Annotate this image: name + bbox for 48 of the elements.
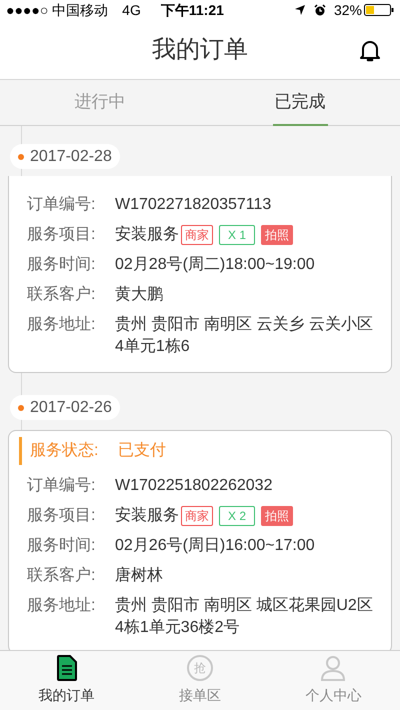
field-label: 服务地址: — [27, 596, 96, 616]
field-value: 唐树林 — [115, 566, 163, 586]
carrier-text: ●●●●○ 中国移动 — [6, 0, 108, 20]
page-title: 我的订单 — [152, 34, 248, 64]
field-value: 02月28号(周二)18:00~19:00 — [115, 255, 315, 275]
field-label: 订单编号: — [27, 476, 96, 496]
tab[interactable]: 已完成 — [272, 80, 328, 126]
date-label: 2017-02-28 — [30, 146, 112, 166]
tag: X 1 — [219, 225, 256, 245]
field-label: 服务地址: — [27, 314, 96, 335]
order-card[interactable]: 订单编号: W1702271820357113 服务项目: 安装服务 商家 X 1 拍照 服务时间: 02月28号(周二)18:00~19:00 联系客户: 黄大鹏 服务地址: 贵州 贵阳市 南明区 云关乡 云关小区4单元1栋6 — [8, 176, 392, 373]
field-value: 安装服务 — [115, 224, 179, 245]
field-label: 服务项目: — [27, 225, 96, 245]
location-icon — [294, 4, 306, 16]
field-value: W1702251802262032 — [115, 476, 272, 496]
network-text: 4G — [122, 0, 141, 20]
tag: 商家 — [181, 225, 213, 245]
timeline-dot-icon — [18, 154, 24, 160]
field-label: 联系客户: — [27, 284, 96, 305]
timeline-dot-icon — [18, 404, 24, 410]
field-label: 服务时间: — [27, 254, 96, 275]
field-value: 贵州 贵阳市 南明区 云关乡 云关小区4单元1栋6 — [115, 314, 373, 357]
person-icon — [320, 655, 346, 681]
alarm-icon — [314, 4, 326, 16]
tag: 商家 — [181, 506, 213, 526]
field-label: 服务项目: — [27, 506, 96, 526]
field-value: 黄大鹏 — [115, 284, 163, 305]
tag: X 2 — [219, 506, 256, 526]
document-icon — [56, 655, 77, 681]
order-card[interactable]: 服务状态: 已支付 订单编号: W1702251802262032 服务项目: 安装服务 商家 X 2 拍照 服务时间: 02月26号(周日)16:00~17:00 联系客户: 唐树林 服务地址: 贵州 贵阳市 南明区 城区花果园U2区4栋1单元36楼2号 — [8, 430, 392, 650]
battery-text: 32% — [334, 0, 362, 20]
field-label: 联系客户: — [27, 566, 96, 586]
field-value: 贵州 贵阳市 南明区 城区花果园U2区4栋1单元36楼2号 — [115, 596, 373, 638]
status-value: 已支付 — [118, 440, 166, 461]
bell-icon[interactable] — [360, 40, 380, 62]
grab-icon: 抢 — [186, 655, 213, 681]
field-value: 安装服务 — [115, 506, 179, 526]
field-label: 服务时间: — [27, 536, 96, 556]
battery-icon — [364, 4, 394, 16]
field-label: 订单编号: — [27, 194, 96, 215]
nav-tab[interactable]: 我的订单 — [0, 651, 134, 710]
status-label: 服务状态: — [30, 440, 100, 461]
date-label: 2017-02-26 — [30, 398, 112, 418]
clock-text: 下午11:21 — [160, 0, 224, 20]
tag: 拍照 — [261, 225, 294, 245]
field-value: W1702271820357113 — [115, 195, 272, 215]
tag: 拍照 — [261, 506, 294, 526]
field-value: 02月26号(周日)16:00~17:00 — [115, 536, 315, 556]
